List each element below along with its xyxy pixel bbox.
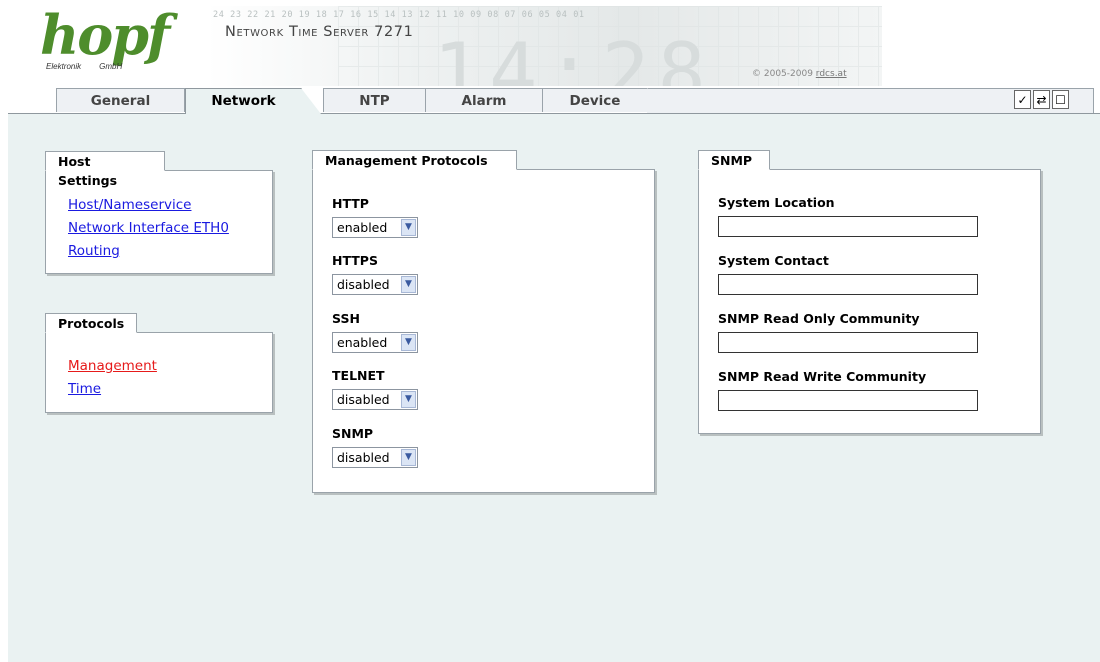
link-time[interactable]: Time	[68, 381, 101, 397]
reload-icon[interactable]: ⇄	[1033, 90, 1050, 109]
ssh-label: SSH	[332, 311, 360, 326]
system-contact-label: System Contact	[718, 253, 829, 268]
protocols-panel: Management Time	[45, 332, 273, 413]
snmp-panel: System Location System Contact SNMP Read…	[698, 169, 1041, 434]
header: 14:28 hopf Elektronik GmbH 24 23 22 21 20…	[0, 0, 1100, 86]
protocols-title: Protocols	[45, 313, 137, 333]
snmp-protocol-select-value: disabled	[337, 450, 390, 465]
tab-device[interactable]: Device	[542, 88, 667, 113]
ssh-select-value: enabled	[337, 335, 388, 350]
snmp-protocol-select[interactable]: disabled ▼	[332, 447, 418, 468]
https-label: HTTPS	[332, 253, 378, 268]
logo-subtitle: Elektronik GmbH	[46, 62, 122, 71]
tab-general[interactable]: General	[56, 88, 185, 112]
toolbar: ✓ ⇄ ☐	[1014, 90, 1069, 112]
tab-network[interactable]: Network	[185, 88, 321, 114]
app-title: Network Time Server 7271	[225, 24, 414, 40]
copyright: © 2005-2009 rdcs.at	[752, 69, 847, 79]
copyright-link[interactable]: rdcs.at	[816, 69, 847, 79]
host-settings-title: Host Settings	[45, 151, 165, 188]
http-select[interactable]: enabled ▼	[332, 217, 418, 238]
system-location-input[interactable]	[718, 216, 978, 237]
main-content: Host Settings Host/Nameservice Network I…	[8, 113, 1100, 662]
telnet-select[interactable]: disabled ▼	[332, 389, 418, 410]
link-management[interactable]: Management	[68, 358, 157, 374]
chevron-down-icon: ▼	[401, 449, 416, 466]
logo-sub-right: GmbH	[99, 62, 123, 71]
chevron-down-icon: ▼	[401, 276, 416, 293]
chevron-down-icon: ▼	[401, 219, 416, 236]
snmp-protocol-label: SNMP	[332, 426, 374, 441]
snmp-title: SNMP	[698, 150, 770, 170]
copyright-text: © 2005-2009	[752, 69, 813, 79]
logo-sub-left: Elektronik	[46, 62, 82, 71]
http-select-value: enabled	[337, 220, 388, 235]
https-select[interactable]: disabled ▼	[332, 274, 418, 295]
system-contact-input[interactable]	[718, 274, 978, 295]
snmp-read-only-community-label: SNMP Read Only Community	[718, 311, 920, 326]
snmp-read-write-community-input[interactable]	[718, 390, 978, 411]
banner-clock-graphic: 14:28	[433, 26, 714, 86]
snmp-read-only-community-input[interactable]	[718, 332, 978, 353]
chevron-down-icon: ▼	[401, 391, 416, 408]
tab-bar: General Network NTP Alarm Device	[0, 86, 1100, 114]
ssh-select[interactable]: enabled ▼	[332, 332, 418, 353]
http-label: HTTP	[332, 196, 369, 211]
tab-ntp[interactable]: NTP	[323, 88, 426, 112]
telnet-label: TELNET	[332, 368, 385, 383]
channel-numbers: 24 23 22 21 20 19 18 17 16 15 14 13 12 1…	[213, 10, 585, 20]
management-protocols-title: Management Protocols	[312, 150, 517, 170]
management-protocols-panel: HTTP enabled ▼ HTTPS disabled ▼ SSH enable…	[312, 169, 655, 493]
link-routing[interactable]: Routing	[68, 243, 120, 259]
link-host-nameservice[interactable]: Host/Nameservice	[68, 197, 191, 213]
system-location-label: System Location	[718, 195, 835, 210]
https-select-value: disabled	[337, 277, 390, 292]
chevron-down-icon: ▼	[401, 334, 416, 351]
check-icon[interactable]: ✓	[1014, 90, 1031, 109]
snmp-read-write-community-label: SNMP Read Write Community	[718, 369, 927, 384]
save-icon[interactable]: ☐	[1052, 90, 1069, 109]
logo-word: hopf	[40, 3, 170, 67]
link-network-interface-eth0[interactable]: Network Interface ETH0	[68, 220, 229, 236]
hopf-logo: hopf Elektronik GmbH	[40, 8, 170, 74]
telnet-select-value: disabled	[337, 392, 390, 407]
tab-alarm[interactable]: Alarm	[425, 88, 543, 112]
